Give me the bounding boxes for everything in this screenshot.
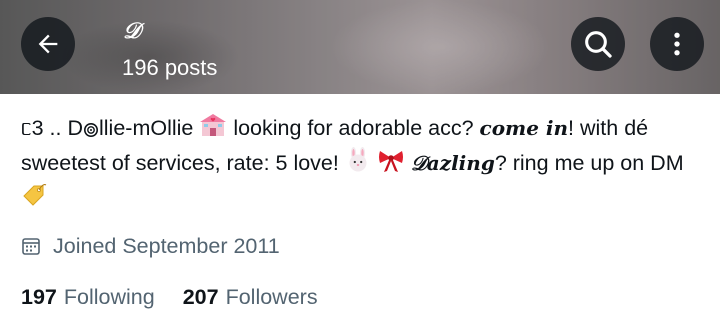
joined-date: Joined September 2011 <box>21 231 280 261</box>
love-hotel-emoji-icon <box>199 112 227 147</box>
more-vertical-icon <box>674 32 680 56</box>
bullseye-o-icon <box>83 116 99 147</box>
ribbon-emoji-icon <box>377 147 405 182</box>
bio-dazling: 𝒟azling <box>410 151 495 175</box>
follow-stats: 197 Following 207 Followers <box>21 282 318 312</box>
arrow-left-icon <box>38 34 58 54</box>
followers-count: 207 <box>182 284 219 309</box>
bio-come-in: come in <box>479 116 569 140</box>
calendar-icon <box>21 236 41 256</box>
back-button[interactable] <box>21 17 75 71</box>
search-button[interactable] <box>571 17 625 71</box>
bio-text-2: llie-mOllie <box>99 116 200 140</box>
bio-text-3: looking for adorable acc? <box>227 116 480 140</box>
followers-label: Followers <box>225 284 318 309</box>
profile-display-name: 𝒟 <box>123 18 141 44</box>
following-count: 197 <box>21 284 57 309</box>
following-label: Following <box>63 284 155 309</box>
following-link[interactable]: 197 Following <box>21 285 155 310</box>
profile-bio: ᥴ3 .. D llie-mOllie looking for adorable … <box>21 112 711 217</box>
bio-text-5: ? ring me up on DM <box>494 151 684 175</box>
search-icon <box>585 31 612 58</box>
followers-link[interactable]: 207 Followers <box>183 285 318 310</box>
more-options-button[interactable] <box>650 17 704 71</box>
rabbit-face-emoji-icon <box>345 147 371 182</box>
posts-count: 196 posts <box>122 55 218 80</box>
joined-text: Joined September 2011 <box>53 233 280 258</box>
label-tag-emoji-icon <box>21 182 47 217</box>
bio-text-1: ᥴ3 .. D <box>21 116 83 140</box>
